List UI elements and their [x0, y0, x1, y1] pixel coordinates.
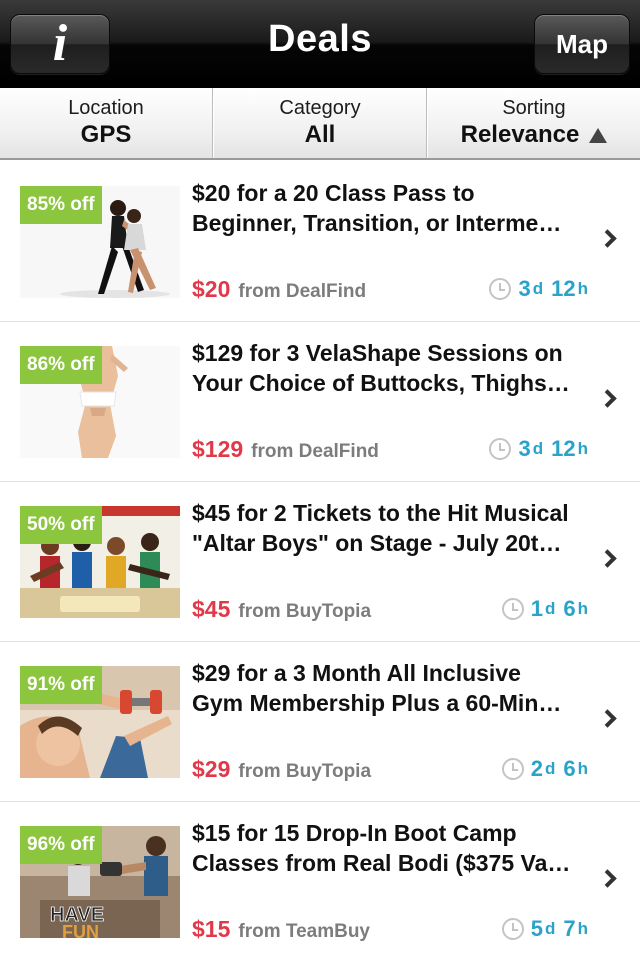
deal-price: $129	[192, 436, 244, 462]
time-remaining: 3 d 12 h	[489, 436, 588, 462]
deal-price: $45	[192, 596, 231, 622]
price-line: $29 from BuyTopia	[192, 756, 371, 783]
category-filter-value: All	[304, 121, 336, 148]
deal-list: 85% off $20 for a 20 Class Pass to Begin…	[0, 162, 640, 960]
deal-title-line: $29 for a 3 Month All Inclusive	[192, 660, 521, 686]
price-line: $15 from TeamBuy	[192, 916, 370, 943]
hours-value: 12	[551, 276, 576, 301]
clock-icon	[501, 598, 524, 620]
deal-title-line: Your Choice of Buttocks, Thighs…	[192, 370, 570, 396]
price-line: $129 from DealFind	[192, 436, 379, 463]
hours-value: 6	[563, 596, 576, 621]
category-filter-label: Category	[279, 97, 361, 119]
deal-title: $20 for a 20 Class Pass to Beginner, Tra…	[192, 178, 592, 238]
hours-unit: h	[577, 599, 588, 618]
days-unit: d	[532, 439, 544, 458]
time-remaining: 3 d 12 h	[489, 276, 588, 302]
location-filter-value: GPS	[80, 121, 132, 148]
clock-icon	[501, 758, 524, 780]
deal-source: from DealFind	[251, 441, 379, 462]
time-remaining: 5 d 7 h	[501, 916, 588, 942]
deal-source: from TeamBuy	[238, 921, 370, 942]
days-unit: d	[544, 759, 556, 778]
hours-unit: h	[577, 439, 588, 458]
deal-source: from BuyTopia	[238, 601, 372, 622]
chevron-right-icon	[598, 709, 617, 728]
deal-price: $29	[192, 756, 231, 782]
discount-badge: 96% off	[20, 826, 102, 864]
chevron-right-icon	[598, 389, 617, 408]
chevron-right-icon	[598, 549, 617, 568]
discount-badge: 85% off	[20, 186, 102, 224]
hours-unit: h	[577, 919, 588, 938]
deal-row[interactable]: 85% off $20 for a 20 Class Pass to Begin…	[0, 162, 640, 322]
clock-icon	[489, 278, 512, 300]
deal-row[interactable]: 50% off $45 for 2 Tickets to the Hit Mus…	[0, 482, 640, 642]
category-filter[interactable]: Category All	[213, 88, 427, 158]
days-value: 3	[518, 436, 531, 461]
hours-unit: h	[577, 279, 588, 298]
price-line: $20 from DealFind	[192, 276, 366, 303]
deal-row[interactable]: 86% off $129 for 3 VelaShape Sessions on…	[0, 322, 640, 482]
days-unit: d	[532, 279, 544, 298]
deal-price: $20	[192, 276, 231, 302]
deal-row[interactable]: 91% off $29 for a 3 Month All Inclusive …	[0, 642, 640, 802]
discount-badge: 91% off	[20, 666, 102, 704]
deal-title: $15 for 15 Drop-In Boot Camp Classes fro…	[192, 818, 592, 878]
deal-title: $129 for 3 VelaShape Sessions on Your Ch…	[192, 338, 592, 398]
hours-unit: h	[577, 759, 588, 778]
sorting-filter-label: Sorting	[502, 97, 566, 119]
sorting-filter-value: Relevance	[460, 121, 580, 148]
deal-title-line: $129 for 3 VelaShape Sessions on	[192, 340, 563, 366]
days-value: 5	[530, 916, 543, 941]
sort-ascending-icon	[589, 127, 608, 143]
deal-source: from DealFind	[238, 281, 367, 302]
chevron-right-icon	[598, 229, 617, 248]
price-line: $45 from BuyTopia	[192, 596, 371, 623]
deal-title-line: Classes from Real Bodi ($375 Va…	[192, 850, 571, 876]
days-value: 3	[518, 276, 531, 301]
deal-source: from BuyTopia	[238, 761, 372, 782]
hours-value: 7	[563, 916, 576, 941]
navigation-bar: i Deals Map	[0, 0, 640, 88]
deal-title-line: "Altar Boys" on Stage - July 20t…	[192, 530, 562, 556]
discount-badge: 86% off	[20, 346, 102, 384]
discount-badge: 50% off	[20, 506, 102, 544]
hours-value: 6	[563, 756, 576, 781]
deal-title-line: $45 for 2 Tickets to the Hit Musical	[192, 500, 569, 526]
time-remaining: 1 d 6 h	[501, 596, 588, 622]
chevron-right-icon	[598, 869, 617, 888]
days-value: 1	[530, 596, 543, 621]
location-filter-label: Location	[68, 97, 144, 119]
svg-text:FUN: FUN	[62, 922, 99, 938]
clock-icon	[489, 438, 512, 460]
deal-title-line: $15 for 15 Drop-In Boot Camp	[192, 820, 517, 846]
hours-value: 12	[551, 436, 576, 461]
deal-title: $29 for a 3 Month All Inclusive Gym Memb…	[192, 658, 592, 718]
days-unit: d	[544, 919, 556, 938]
days-unit: d	[544, 599, 556, 618]
location-filter[interactable]: Location GPS	[0, 88, 213, 158]
deal-title-line: $20 for a 20 Class Pass to	[192, 180, 475, 206]
deal-title-line: Beginner, Transition, or Interme…	[192, 210, 562, 236]
map-button[interactable]: Map	[534, 14, 630, 74]
deal-price: $15	[192, 916, 231, 942]
days-value: 2	[530, 756, 543, 781]
time-remaining: 2 d 6 h	[501, 756, 588, 782]
clock-icon	[501, 918, 524, 940]
deal-title-line: Gym Membership Plus a 60-Min…	[192, 690, 562, 716]
sorting-filter-value-row: Relevance	[461, 120, 608, 150]
filter-bar: Location GPS Category All Sorting Releva…	[0, 88, 640, 160]
sorting-filter[interactable]: Sorting Relevance	[427, 88, 640, 158]
deal-title: $45 for 2 Tickets to the Hit Musical "Al…	[192, 498, 592, 558]
deal-row[interactable]: HAVE FUN 96% off $15 for 15 Drop-In Boot…	[0, 802, 640, 960]
